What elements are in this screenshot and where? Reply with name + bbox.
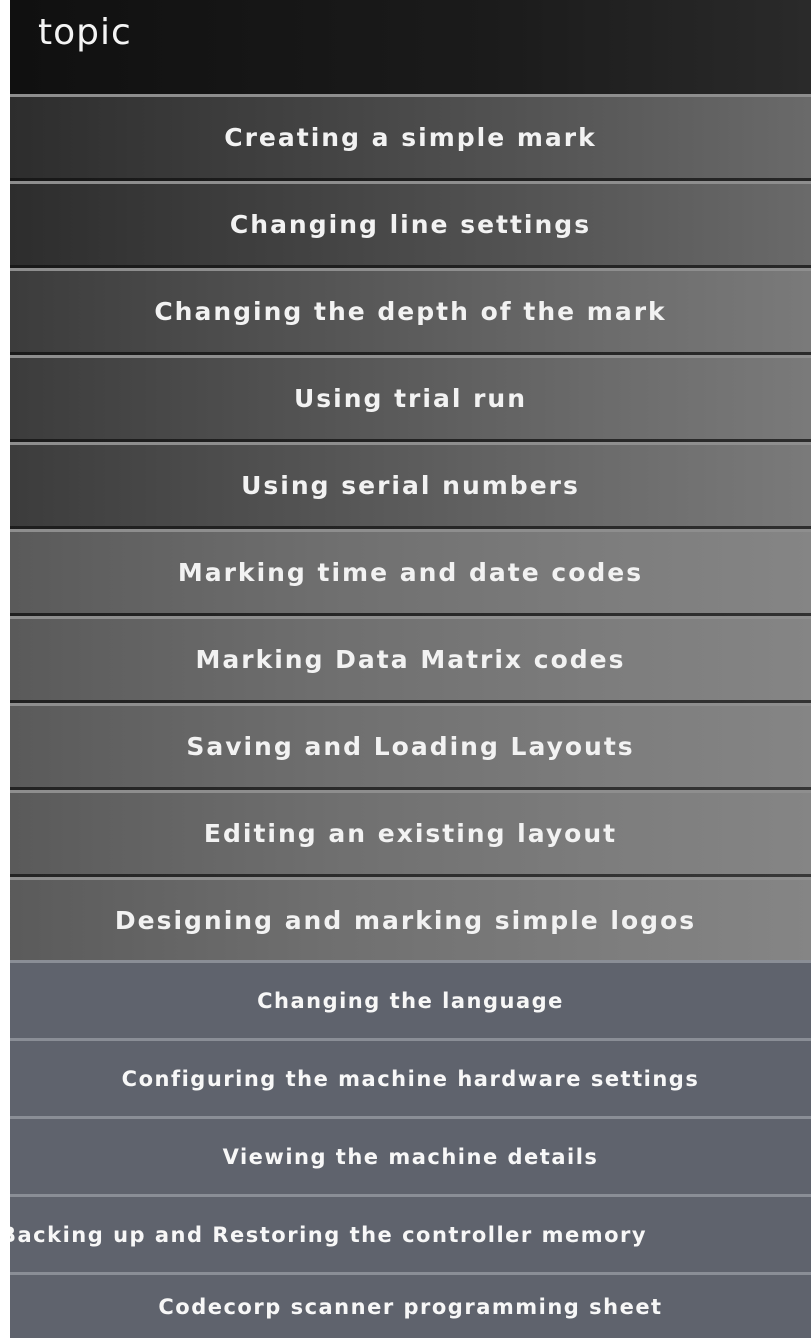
topic-label: Configuring the machine hardware setting…	[121, 1066, 700, 1091]
topic-label: Viewing the machine details	[222, 1144, 599, 1169]
topic-label: Using serial numbers	[241, 471, 580, 500]
topic-label: Editing an existing layout	[203, 819, 618, 848]
topic-label: Using trial run	[293, 384, 528, 413]
topic-item-changing-depth[interactable]: Changing the depth of the mark	[10, 268, 811, 352]
topic-item-using-serial-numbers[interactable]: Using serial numbers	[10, 442, 811, 526]
topic-item-marking-data-matrix[interactable]: Marking Data Matrix codes	[10, 616, 811, 700]
screen-lower: Changing the language Configuring the ma…	[10, 960, 811, 1338]
screen-upper: topic Creating a simple mark Changing li…	[10, 0, 811, 960]
topic-label: Marking time and date codes	[177, 558, 644, 587]
topic-label: Changing line settings	[229, 210, 592, 239]
topic-item-changing-line-settings[interactable]: Changing line settings	[10, 181, 811, 265]
topic-label: Creating a simple mark	[224, 123, 597, 152]
topic-item-using-trial-run[interactable]: Using trial run	[10, 355, 811, 439]
page-title: topic	[38, 12, 132, 53]
topic-label: Backing up and Restoring the controller …	[10, 1222, 648, 1247]
topic-label: Codecorp scanner programming sheet	[158, 1294, 663, 1319]
topic-item-editing-existing-layout[interactable]: Editing an existing layout	[10, 790, 811, 874]
topic-item-creating-simple-mark[interactable]: Creating a simple mark	[10, 94, 811, 178]
topic-item-changing-language[interactable]: Changing the language	[10, 960, 811, 1038]
topic-label: Designing and marking simple logos	[114, 906, 697, 935]
header-bar: topic	[10, 0, 811, 94]
topic-label: Marking Data Matrix codes	[195, 645, 626, 674]
topic-item-configuring-hardware[interactable]: Configuring the machine hardware setting…	[10, 1038, 811, 1116]
topic-item-designing-logos[interactable]: Designing and marking simple logos	[10, 877, 811, 960]
topic-label: Saving and Loading Layouts	[186, 732, 635, 761]
topic-item-saving-loading-layouts[interactable]: Saving and Loading Layouts	[10, 703, 811, 787]
topic-item-backing-up-restoring[interactable]: Backing up and Restoring the controller …	[10, 1194, 811, 1272]
topic-item-viewing-machine-details[interactable]: Viewing the machine details	[10, 1116, 811, 1194]
topic-label: Changing the depth of the mark	[154, 297, 667, 326]
topic-item-codecorp-scanner[interactable]: Codecorp scanner programming sheet	[10, 1272, 811, 1338]
topic-item-marking-time-date-codes[interactable]: Marking time and date codes	[10, 529, 811, 613]
topic-label: Changing the language	[257, 988, 564, 1013]
